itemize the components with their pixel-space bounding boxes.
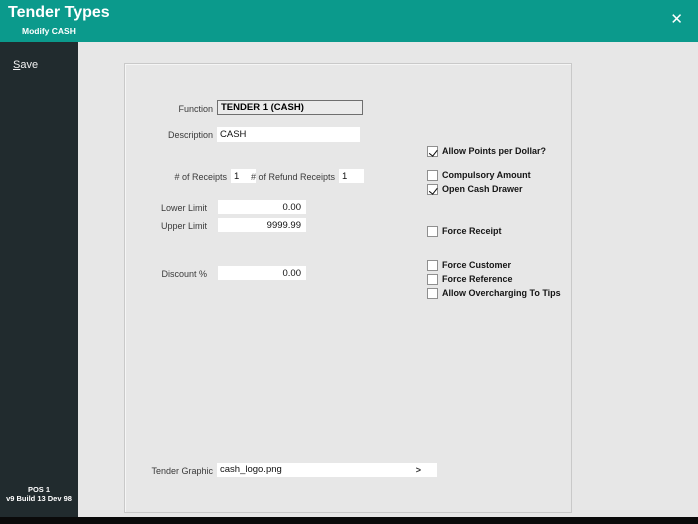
tender-graphic-field[interactable]: cash_logo.png > xyxy=(217,463,437,477)
lower-limit-input[interactable] xyxy=(218,200,306,214)
bottom-strip xyxy=(0,517,698,524)
upper-limit-input[interactable] xyxy=(218,218,306,232)
lower-limit-label: Lower Limit xyxy=(160,203,207,213)
description-label: Description xyxy=(167,130,213,140)
checkbox-label[interactable]: Compulsory Amount xyxy=(442,170,531,181)
checkbox-label[interactable]: Force Reference xyxy=(442,274,513,285)
discount-percent-input[interactable] xyxy=(218,266,306,280)
checkbox-allow-overcharging-to-tips[interactable] xyxy=(427,288,438,299)
build-version-label: v9 Build 13 Dev 98 xyxy=(6,494,72,503)
save-button[interactable]: Save xyxy=(13,59,38,71)
num-refund-receipts-input[interactable] xyxy=(339,169,364,183)
close-icon[interactable]: ✕ xyxy=(670,11,683,29)
upper-limit-label: Upper Limit xyxy=(160,221,207,231)
function-label: Function xyxy=(178,104,213,114)
discount-percent-label: Discount % xyxy=(161,269,207,279)
checkbox-label[interactable]: Allow Points per Dollar? xyxy=(442,146,546,157)
browse-arrow-icon[interactable]: > xyxy=(416,463,421,477)
function-field: TENDER 1 (CASH) xyxy=(217,100,363,115)
checkbox-label[interactable]: Force Receipt xyxy=(442,226,502,237)
pos-terminal-label: POS 1 xyxy=(27,485,51,494)
page-title: Tender Types xyxy=(8,4,110,21)
tender-graphic-filename: cash_logo.png xyxy=(220,464,282,475)
tender-graphic-label: Tender Graphic xyxy=(151,466,213,476)
title-bar: Tender Types Modify CASH ✕ xyxy=(0,0,698,42)
page-subtitle: Modify CASH xyxy=(22,26,76,36)
checkbox-allow-points-per-dollar[interactable] xyxy=(427,146,438,157)
checkbox-open-cash-drawer[interactable] xyxy=(427,184,438,195)
checkbox-force-reference[interactable] xyxy=(427,274,438,285)
checkbox-force-customer[interactable] xyxy=(427,260,438,271)
checkbox-label[interactable]: Force Customer xyxy=(442,260,511,271)
checkbox-force-receipt[interactable] xyxy=(427,226,438,237)
checkbox-label[interactable]: Allow Overcharging To Tips xyxy=(442,288,561,299)
checkbox-compulsory-amount[interactable] xyxy=(427,170,438,181)
sidebar: Save POS 1 v9 Build 13 Dev 98 xyxy=(0,42,78,517)
num-receipts-label: # of Receipts xyxy=(174,172,227,182)
num-refund-receipts-label: # of Refund Receipts xyxy=(250,172,335,182)
version-info: POS 1 v9 Build 13 Dev 98 xyxy=(0,485,78,503)
description-input[interactable] xyxy=(217,127,360,142)
checkbox-label[interactable]: Open Cash Drawer xyxy=(442,184,523,195)
